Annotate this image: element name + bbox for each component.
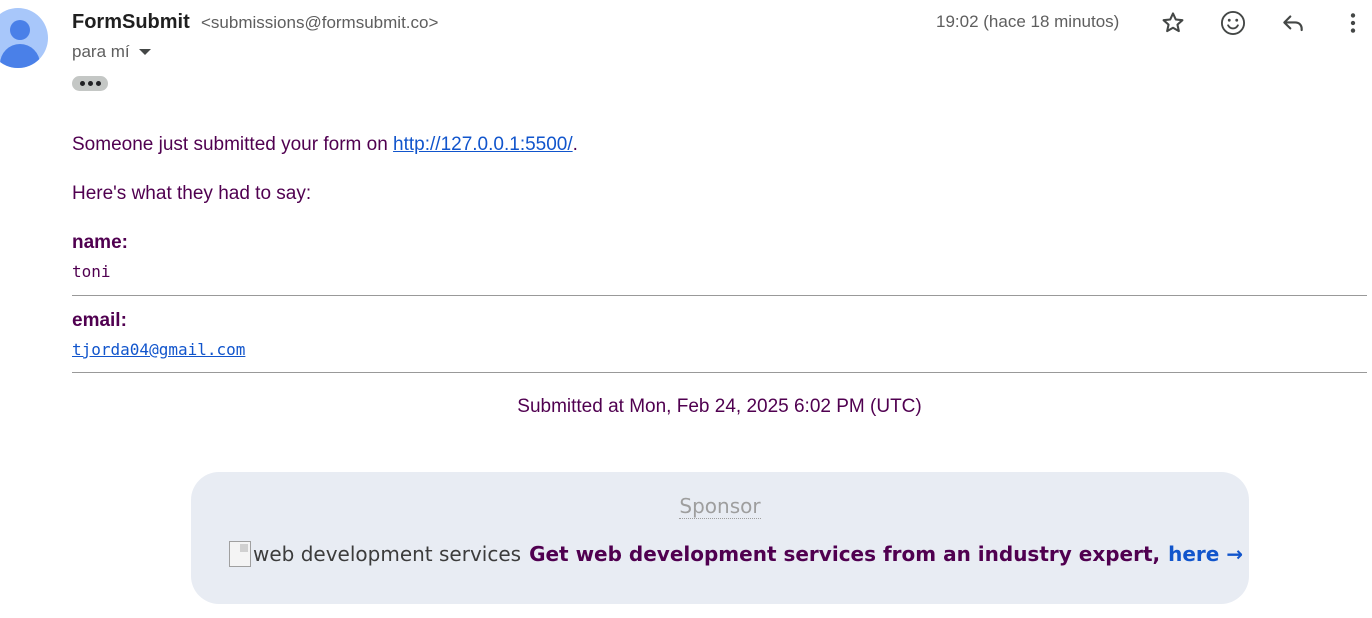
sponsor-box: Sponsor web development services Get web…	[191, 472, 1249, 604]
more-vert-icon[interactable]	[1338, 8, 1368, 38]
sender-email: <submissions@formsubmit.co>	[201, 13, 439, 32]
show-trimmed-content-button[interactable]	[72, 76, 108, 91]
sender-avatar-icon[interactable]	[0, 8, 48, 68]
field-value-email-link[interactable]: tjorda04@gmail.com	[72, 340, 245, 359]
sender-name[interactable]: FormSubmit	[72, 11, 190, 34]
field-label-email: email:	[72, 310, 127, 331]
sponsor-title-text: Sponsor	[679, 494, 761, 519]
recipient-label: para mí	[72, 42, 130, 61]
subtitle-line: Here's what they had to say:	[72, 183, 312, 204]
form-url-link[interactable]: http://127.0.0.1:5500/	[393, 134, 573, 155]
sponsor-line: web development services Get web develop…	[229, 541, 1243, 567]
submitted-timestamp: Submitted at Mon, Feb 24, 2025 6:02 PM (…	[517, 396, 922, 417]
reply-icon[interactable]	[1278, 8, 1308, 38]
intro-text: Someone just submitted your form on	[72, 134, 394, 155]
email-timestamp: 19:02 (hace 18 minutos)	[936, 12, 1120, 31]
divider	[72, 295, 1367, 296]
intro-line: Someone just submitted your form on http…	[72, 134, 578, 156]
sponsor-here-link[interactable]: here →	[1168, 542, 1243, 566]
star-icon[interactable]	[1158, 8, 1188, 38]
emoji-icon[interactable]	[1218, 8, 1248, 38]
divider	[72, 372, 1367, 373]
broken-image-icon[interactable]: web development services	[229, 541, 521, 567]
field-label-name: name:	[72, 232, 128, 253]
email-view: FormSubmit <submissions@formsubmit.co> p…	[0, 0, 1372, 618]
caret-down-icon	[138, 49, 151, 55]
sponsor-pitch: Get web development services from an ind…	[529, 542, 1161, 566]
intro-end: .	[572, 134, 578, 155]
recipient-details-toggle[interactable]: para mí	[72, 42, 151, 62]
field-value-name: toni	[72, 262, 111, 281]
sponsor-title: Sponsor	[191, 494, 1249, 519]
sponsor-image-alt: web development services	[253, 542, 522, 566]
